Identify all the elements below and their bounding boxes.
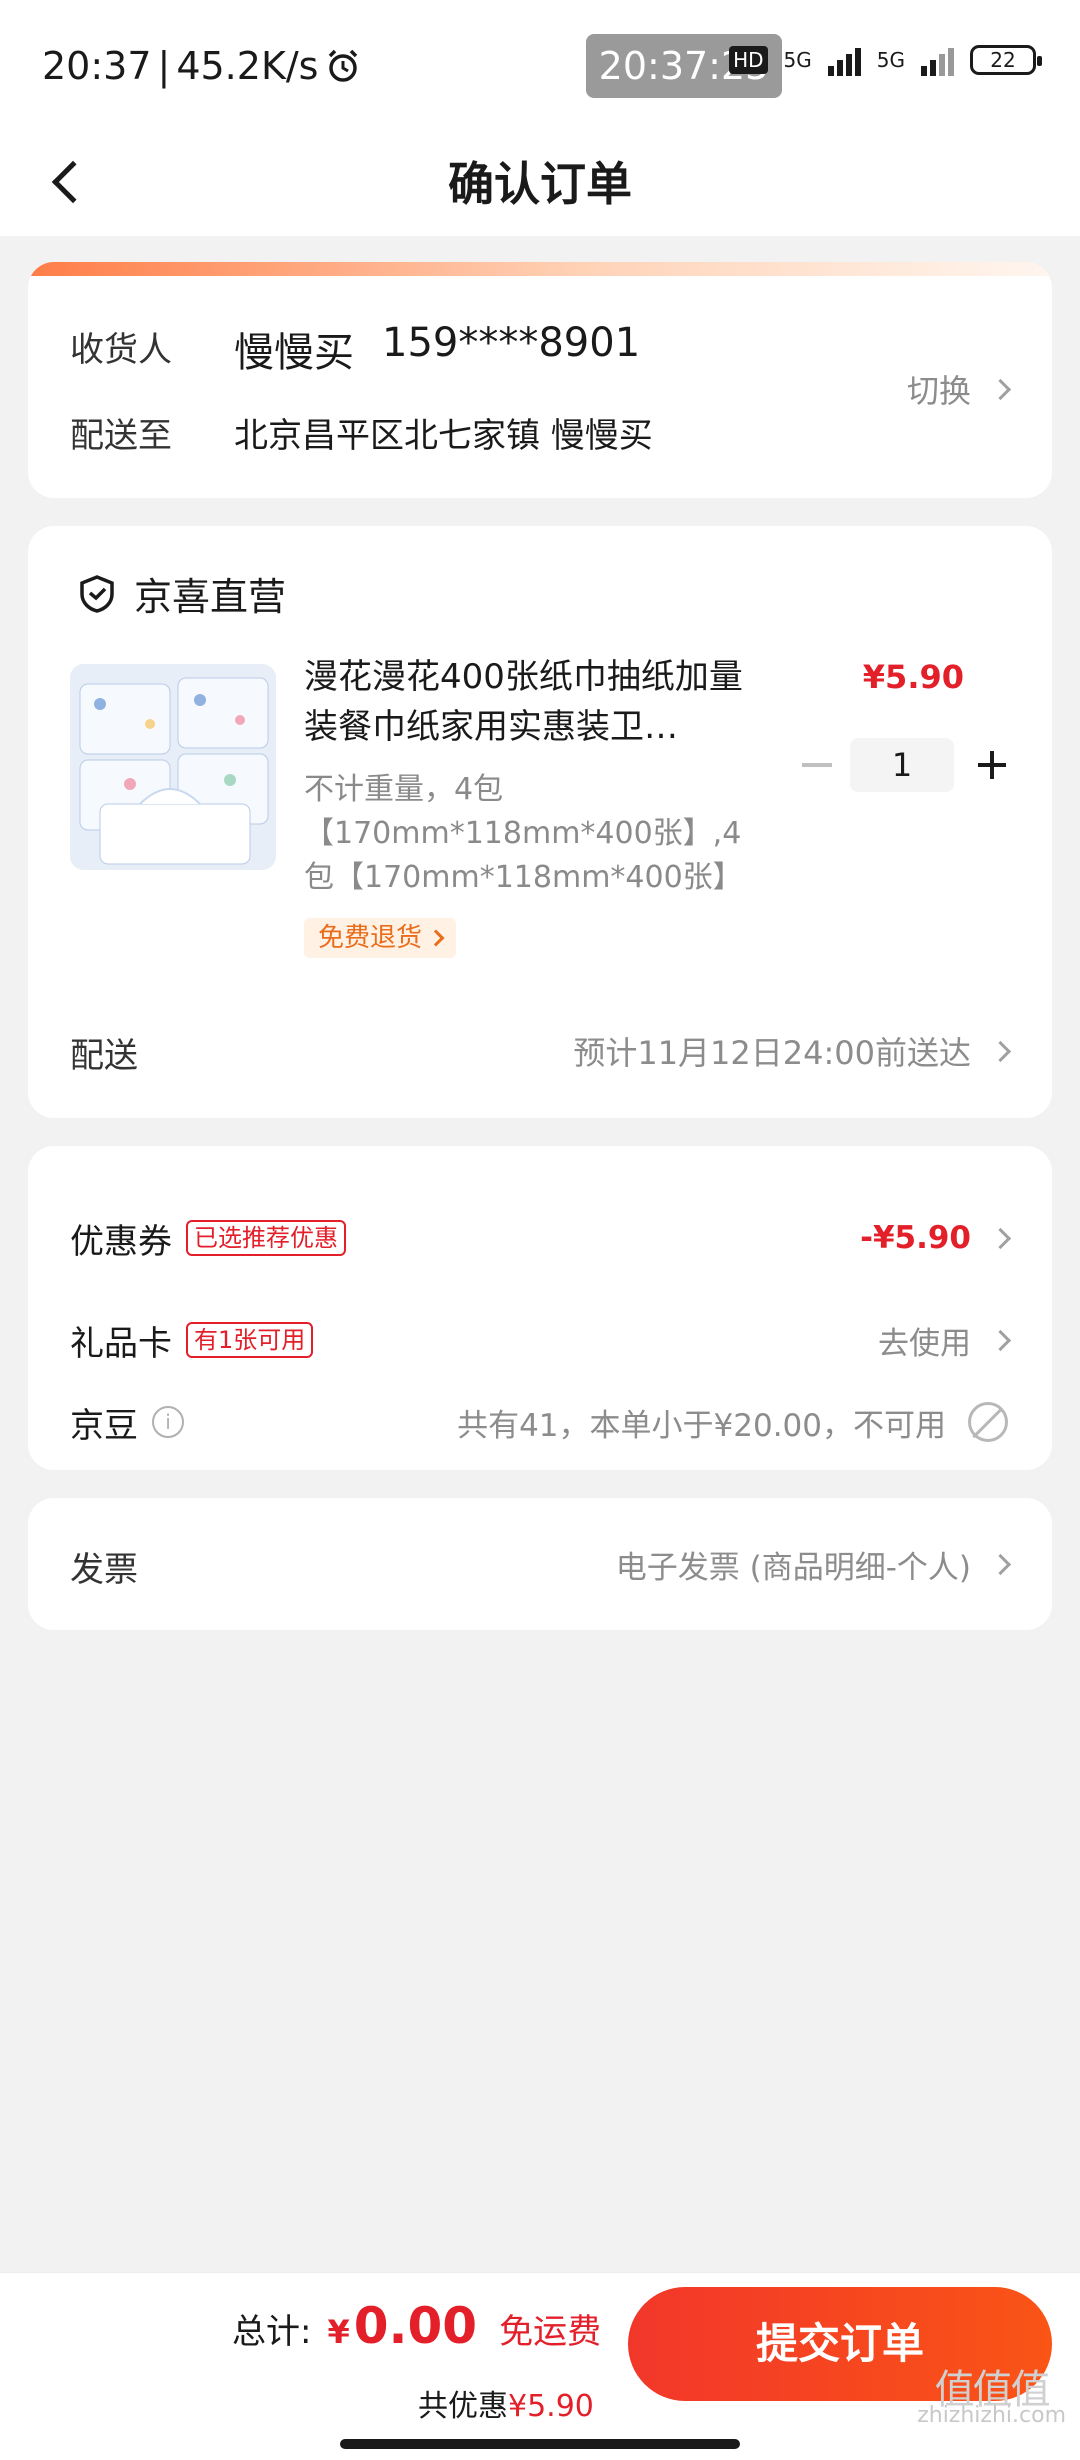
invoice-right: 电子发票 (商品明细-个人) <box>615 1542 1012 1587</box>
delivery-value: 预计11月12日24:00前送达 <box>573 1034 971 1072</box>
giftcard-tag: 有1张可用 <box>186 1322 314 1358</box>
address-card[interactable]: 收货人 慢慢买 159****8901 配送至 北京昌平区北七家镇 慢慢买 切换 <box>28 262 1052 498</box>
giftcard-value: 去使用 <box>878 1325 971 1362</box>
switch-address-button[interactable]: 切换 <box>906 366 1012 412</box>
chevron-right-icon <box>989 1227 1012 1249</box>
shield-check-icon <box>80 574 114 613</box>
sim1-5g-label: 5G <box>783 48 812 72</box>
battery-icon: 22 <box>970 45 1042 75</box>
watermark: 值值值 zhizhizhi.com <box>917 2367 1066 2429</box>
total-label: 总计: <box>232 2312 312 2352</box>
coupon-left: 优惠券 已选推荐优惠 <box>70 1214 346 1263</box>
total-amount: 0.00 <box>353 2297 478 2355</box>
quantity-stepper: 1 <box>802 738 1012 792</box>
status-divider: | <box>157 44 171 88</box>
invoice-label: 发票 <box>70 1550 138 1590</box>
total-currency: ¥ <box>327 2313 350 2351</box>
watermark-site: zhizhizhi.com <box>917 2403 1066 2428</box>
coupon-label: 优惠券 <box>70 1221 172 1262</box>
sim2-5g-label: 5G <box>876 48 905 72</box>
status-left: 20:37 | 45.2K/s <box>42 44 362 88</box>
page-title: 确认订单 <box>448 157 632 211</box>
coupon-value: -¥5.90 <box>860 1220 971 1256</box>
invoice-value: 电子发票 (商品明细-个人) <box>615 1550 971 1586</box>
battery-level: 22 <box>990 48 1016 72</box>
info-icon[interactable]: i <box>152 1406 184 1438</box>
saved-amount-line: 共优惠¥5.90 <box>418 2381 594 2425</box>
product-spec[interactable]: 不计重量，4包【170mm*118mm*400张】,4包【170mm*118mm… <box>304 768 764 900</box>
signal-icon <box>921 44 954 76</box>
tissue-pack-image <box>70 664 276 870</box>
alarm-icon <box>329 49 358 82</box>
disabled-icon <box>968 1402 1008 1442</box>
product-title[interactable]: 漫花漫花400张纸巾抽纸加量装餐巾纸家用实惠装卫… <box>304 652 764 752</box>
status-right: HD 5G 5G 22 <box>729 44 1042 76</box>
chevron-right-icon <box>989 378 1012 400</box>
giftcard-row[interactable]: 礼品卡 有1张可用 去使用 <box>70 1312 1012 1368</box>
net-speed: 45.2K/s <box>176 44 319 88</box>
free-return-label: 免费退货 <box>318 923 423 953</box>
beans-row: 京豆 i 共有41，本单小于¥20.00，不可用 <box>70 1394 1008 1450</box>
address-text: 北京昌平区北七家镇 慢慢买 <box>234 416 653 456</box>
total-section: 总计: ¥ 0.00 免运费 <box>232 2297 601 2355</box>
saved-label: 共优惠 <box>418 2389 508 2424</box>
beans-label: 京豆 <box>70 1405 138 1446</box>
discount-card: 优惠券 已选推荐优惠 -¥5.90 礼品卡 有1张可用 去使用 京豆 i 共有4… <box>28 1146 1052 1470</box>
invoice-card[interactable]: 发票 电子发票 (商品明细-个人) <box>28 1498 1052 1630</box>
checkout-bar: 总计: ¥ 0.00 免运费 共优惠¥5.90 提交订单 值值值 zhizhiz… <box>0 2272 1080 2460</box>
watermark-logo: 值值值 <box>934 2367 1051 2413</box>
shop-header: 京喜直营 <box>78 566 286 621</box>
beans-right: 共有41，本单小于¥20.00，不可用 <box>457 1400 1008 1445</box>
hd-icon: HD <box>729 46 768 74</box>
nav-bar: 确认订单 <box>0 132 1080 236</box>
giftcard-left: 礼品卡 有1张可用 <box>70 1316 314 1365</box>
shipping-note: 免运费 <box>499 2312 602 2352</box>
status-time: 20:37 <box>42 44 152 88</box>
deliver-to-label: 配送至 <box>70 416 172 456</box>
product-price: ¥5.90 <box>862 658 964 696</box>
coupon-right: -¥5.90 <box>860 1220 1012 1256</box>
coupon-row[interactable]: 优惠券 已选推荐优惠 -¥5.90 <box>70 1210 1012 1266</box>
plus-button[interactable] <box>972 745 1012 785</box>
chevron-right-icon <box>989 1553 1012 1576</box>
coupon-tag: 已选推荐优惠 <box>186 1220 346 1256</box>
address-stripe <box>28 262 1052 276</box>
receiver-name: 慢慢买 <box>234 330 354 376</box>
chevron-right-icon <box>427 929 445 947</box>
beans-left: 京豆 i <box>70 1398 184 1447</box>
product-image[interactable] <box>70 664 276 870</box>
receiver-label: 收货人 <box>70 330 172 370</box>
receiver-phone: 159****8901 <box>382 320 641 366</box>
giftcard-right: 去使用 <box>878 1318 1012 1363</box>
minus-button[interactable] <box>802 763 832 767</box>
beans-value: 共有41，本单小于¥20.00，不可用 <box>457 1407 946 1444</box>
product-card: 京喜直营 漫花漫花400张纸巾抽纸加量装餐巾纸家用实惠装卫… 不计重量，4包【1… <box>28 526 1052 1118</box>
delivery-label: 配送 <box>70 1036 138 1076</box>
quantity-input[interactable]: 1 <box>850 738 954 792</box>
delivery-time-button[interactable]: 预计11月12日24:00前送达 <box>573 1028 1012 1074</box>
home-indicator[interactable] <box>340 2439 740 2449</box>
chevron-right-icon <box>989 1040 1012 1062</box>
free-return-badge[interactable]: 免费退货 <box>304 918 457 958</box>
saved-amount: ¥5.90 <box>508 2389 594 2424</box>
switch-label: 切换 <box>906 372 971 410</box>
signal-icon <box>827 44 861 76</box>
receiver-info: 慢慢买 159****8901 <box>234 320 640 378</box>
chevron-right-icon <box>989 1329 1012 1351</box>
shop-name: 京喜直营 <box>134 575 287 619</box>
status-bar: 20:37 | 45.2K/s 20:37:25 HD 5G 5G 22 <box>0 0 1080 132</box>
giftcard-label: 礼品卡 <box>70 1323 172 1364</box>
